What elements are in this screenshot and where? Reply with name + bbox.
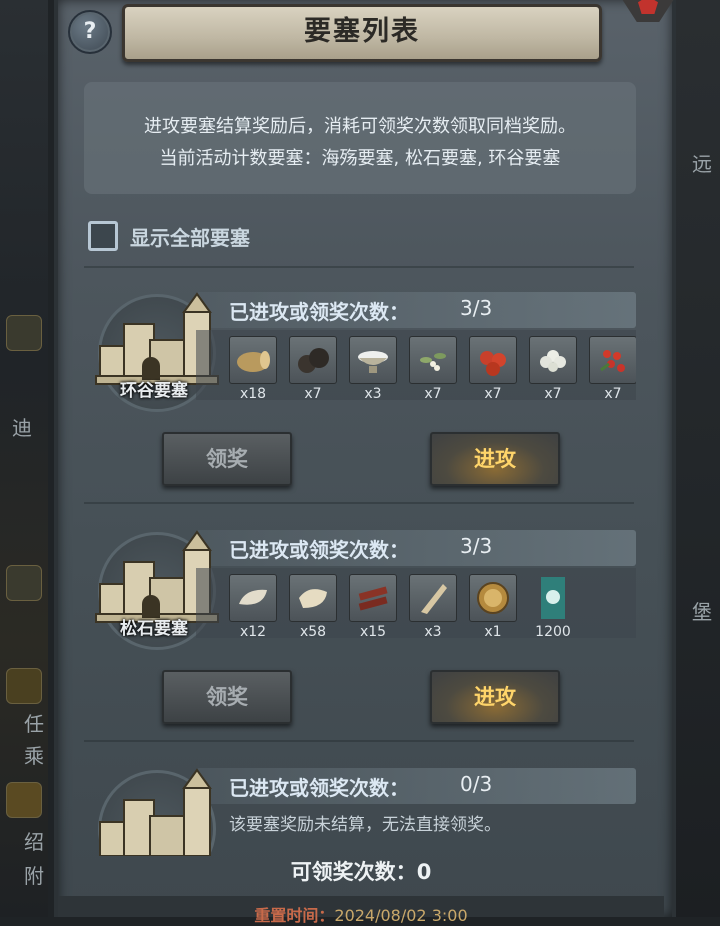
help-button[interactable]: ? — [68, 10, 112, 54]
background-left-strip: 迪 任 乘 绍 附 — [0, 0, 48, 917]
reward-qty: x7 — [304, 386, 322, 400]
reset-bar: 重置时间：2024/08/02 3:00 — [58, 896, 664, 925]
helmet-medal-icon — [477, 582, 509, 614]
bg-glyph: 任 — [24, 712, 44, 736]
reward-qty: x3 — [364, 386, 382, 400]
divider — [84, 740, 634, 742]
fort-name: 环谷要塞 — [120, 381, 188, 401]
log-icon — [237, 351, 270, 372]
fort-card: 已进攻或领奖次数： 3/3 松石要塞 x12 x58 x15 x3 x1 120… — [84, 522, 644, 732]
truffle-icon — [298, 348, 329, 373]
info-line-2: 当前活动计数要塞：海殇要塞, 松石要塞, 环谷要塞 — [159, 148, 561, 169]
reward-qty: x3 — [424, 624, 442, 638]
claim-button[interactable]: 领奖 — [162, 670, 292, 724]
reward-qty: x7 — [604, 386, 622, 400]
reward-item[interactable]: x7 — [589, 336, 636, 400]
page-title: 要塞列表 — [304, 16, 420, 47]
reward-qty: x15 — [359, 624, 387, 638]
castle-icon — [99, 768, 212, 856]
bg-glyph: 附 — [24, 864, 44, 888]
fortress-image — [84, 760, 224, 856]
attack-button[interactable]: 进攻 — [430, 432, 560, 486]
fort-name: 松石要塞 — [120, 619, 188, 639]
reward-qty: x7 — [424, 386, 442, 400]
reward-item[interactable]: x3 — [409, 574, 457, 638]
bg-glyph: 迪 — [12, 416, 32, 440]
fort-card: 已进攻或领奖次数： 0/3 该要塞奖励未结算，无法直接领奖。 — [84, 760, 644, 856]
white-flower-icon — [540, 350, 566, 372]
reward-qty: x1 — [484, 624, 502, 638]
reward-item[interactable]: x7 — [409, 336, 457, 400]
reward-qty: x18 — [239, 386, 267, 400]
not-settled-notice: 该要塞奖励未结算，无法直接领奖。 — [229, 815, 501, 835]
divider — [84, 266, 634, 268]
reward-item[interactable]: 1200 — [529, 574, 577, 638]
count-value: 0/3 — [460, 772, 493, 796]
horn-icon — [421, 584, 447, 614]
claim-button[interactable]: 领奖 — [162, 432, 292, 486]
reward-item[interactable]: x15 — [349, 574, 397, 638]
background-right-strip: 远 堡 — [672, 0, 720, 917]
reward-qty: x7 — [544, 386, 562, 400]
rewards-strip: x18 x7 x3 x7 x7 x7 x7 — [196, 330, 636, 400]
count-label: 已进攻或领奖次数： — [229, 776, 409, 800]
info-box: 进攻要塞结算奖励后，消耗可领奖次数领取同档奖励。 当前活动计数要塞：海殇要塞, … — [84, 82, 636, 194]
reward-item[interactable]: x12 — [229, 574, 277, 638]
bg-glyph: 堡 — [692, 600, 712, 624]
fort-card: 已进攻或领奖次数： 3/3 环谷要塞 x18 x7 x3 x7 x7 x7 x7… — [84, 284, 644, 494]
question-icon: ? — [83, 19, 97, 44]
scroll-icon — [6, 565, 42, 601]
show-all-toggle[interactable]: 显示全部要塞 — [88, 220, 250, 252]
divider — [84, 502, 634, 504]
fur-pelt-icon — [299, 589, 327, 608]
count-label: 已进攻或领奖次数： — [229, 538, 409, 562]
reward-item[interactable]: x58 — [289, 574, 337, 638]
banner-icon — [541, 577, 565, 619]
rewards-strip: x12 x58 x15 x3 x1 1200 — [196, 568, 636, 638]
map-marker-icon — [6, 315, 42, 351]
claimable-count-label: 可领奖次数： — [290, 860, 417, 884]
reward-item[interactable]: x1 — [469, 574, 517, 638]
bg-glyph: 乘 — [24, 744, 44, 768]
count-label: 已进攻或领奖次数： — [229, 300, 409, 324]
target-icon — [6, 668, 42, 704]
bg-glyph: 远 — [692, 152, 712, 176]
salt-bowl-icon — [358, 351, 388, 373]
show-all-checkbox[interactable] — [88, 221, 118, 251]
reward-item[interactable]: x7 — [289, 336, 337, 400]
reward-qty: x12 — [239, 624, 267, 638]
count-value: 3/3 — [460, 534, 493, 558]
bg-glyph: 绍 — [24, 830, 44, 854]
info-line-1: 进攻要塞结算奖励后，消耗可领奖次数领取同档奖励。 — [144, 116, 576, 137]
reward-item[interactable]: x18 — [229, 336, 277, 400]
reward-item[interactable]: x7 — [529, 336, 577, 400]
reward-item[interactable]: x3 — [349, 336, 397, 400]
reward-qty: x58 — [299, 624, 327, 638]
claimable-count-value: 0 — [416, 860, 432, 884]
count-value: 3/3 — [460, 296, 493, 320]
hide-icon — [239, 589, 267, 605]
reward-qty: x7 — [484, 386, 502, 400]
magnifier-icon — [6, 782, 42, 818]
title-plate: 要塞列表 — [122, 4, 602, 62]
red-berries-icon — [480, 351, 506, 376]
reward-qty: 1200 — [535, 624, 571, 638]
attack-button[interactable]: 进攻 — [430, 670, 560, 724]
wood-planks-icon — [358, 586, 388, 611]
reset-label: 重置时间： — [254, 906, 335, 925]
mistletoe-icon — [420, 353, 446, 371]
reward-item[interactable]: x7 — [469, 336, 517, 400]
holly-berries-icon — [600, 350, 625, 372]
show-all-label: 显示全部要塞 — [130, 225, 250, 250]
reset-time: 2024/08/02 3:00 — [334, 906, 468, 925]
claimable-count: 可领奖次数：0 — [54, 856, 668, 886]
